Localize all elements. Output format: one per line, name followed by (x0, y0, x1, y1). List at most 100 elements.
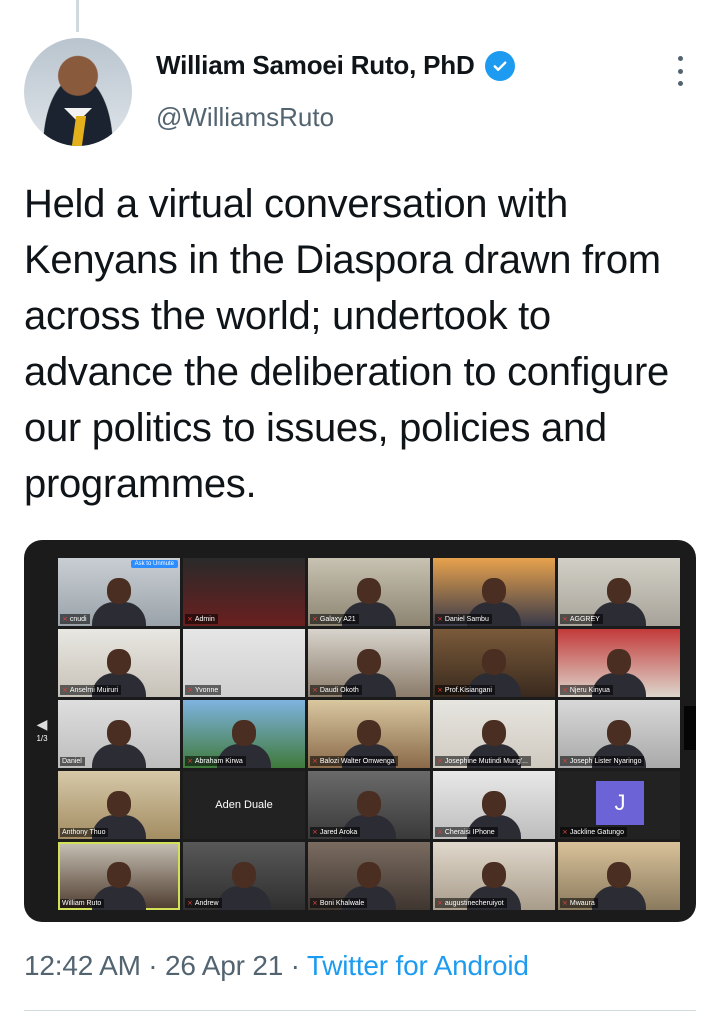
tweet-media-image[interactable]: ◀ 1/3 Ask to Unmute ⨯ cnudi ⨯ Admin ⨯ Galaxy A… (24, 540, 696, 922)
author-avatar[interactable] (24, 38, 132, 146)
meta-separator: · (283, 950, 307, 981)
participant-name: Cheraisi IPhone (444, 829, 495, 836)
participant-tile[interactable]: ⨯ Daniel Sambu (433, 558, 555, 626)
tweet-date[interactable]: 26 Apr 21 (165, 950, 283, 981)
participant-tile[interactable]: ⨯ Abraham Kirwa (183, 700, 305, 768)
participant-name-label: ⨯ Balozi Walter Omwenga (310, 756, 398, 766)
figure-head (107, 862, 131, 888)
more-dot (677, 68, 683, 74)
participant-video-figure (92, 572, 146, 626)
participant-name-label: ⨯ Anselmi Muiruri (60, 685, 122, 695)
avatar-tie (71, 116, 87, 146)
author-display-name[interactable]: William Samoei Ruto, PhD (156, 50, 475, 81)
tweet-header: William Samoei Ruto, PhD @WilliamsRuto (24, 38, 696, 148)
figure-body (92, 744, 146, 768)
participant-name: Daniel Sambu (444, 616, 489, 623)
participant-name-label: ⨯ Jared Aroka (310, 827, 361, 837)
gallery-pager[interactable]: ◀ 1/3 (28, 714, 56, 754)
muted-mic-icon: ⨯ (437, 687, 443, 694)
muted-mic-icon: ⨯ (312, 900, 318, 907)
muted-mic-icon: ⨯ (187, 616, 193, 623)
tweet-source-link[interactable]: Twitter for Android (307, 950, 529, 981)
muted-mic-icon: ⨯ (62, 616, 68, 623)
participant-name: Yvonne (194, 687, 219, 694)
figure-head (607, 649, 631, 675)
participant-name: Admin (194, 616, 215, 623)
author-handle[interactable]: @WilliamsRuto (156, 102, 334, 133)
participant-name-label: Anthony Thuo (60, 828, 109, 837)
chevron-right-handle[interactable] (684, 706, 696, 750)
author-name-row[interactable]: William Samoei Ruto, PhD (156, 50, 515, 81)
figure-head (232, 862, 256, 888)
participant-name-label: ⨯ Njeru Kinyua (560, 685, 613, 695)
participant-video-figure (92, 714, 146, 768)
participant-tile[interactable]: ⨯ Boni Khalwale (308, 842, 430, 910)
participant-tile[interactable]: ⨯ Daudi Okoth (308, 629, 430, 697)
ask-to-unmute-button[interactable]: Ask to Unmute (130, 560, 178, 568)
figure-head (482, 862, 506, 888)
figure-body (92, 602, 146, 626)
participant-tile[interactable]: Daniel (58, 700, 180, 768)
participant-tile[interactable]: ⨯ Jared Aroka (308, 771, 430, 839)
figure-head (482, 720, 506, 746)
participant-name: Joseph Lister Nyaringo (569, 758, 642, 765)
participant-tile[interactable]: ⨯ Joseph Lister Nyaringo (558, 700, 680, 768)
tweet-time[interactable]: 12:42 AM (24, 950, 141, 981)
more-dot (677, 81, 683, 86)
muted-mic-icon: ⨯ (437, 758, 443, 765)
participant-tile[interactable]: Anthony Thuo (58, 771, 180, 839)
participant-tile[interactable]: ⨯ Yvonne (183, 629, 305, 697)
participant-tile[interactable]: J ⨯ Jackline Gatungo (558, 771, 680, 839)
more-dot (677, 56, 683, 61)
participant-name-label: Daniel (60, 757, 85, 766)
participant-tile[interactable]: ⨯ Josephine Mutindi Mung'... (433, 700, 555, 768)
participant-initial-avatar: J (596, 781, 644, 825)
participant-tile[interactable]: ⨯ Galaxy A21 (308, 558, 430, 626)
participant-tile[interactable]: ⨯ Balozi Walter Omwenga (308, 700, 430, 768)
figure-head (107, 578, 131, 604)
figure-head (482, 578, 506, 604)
figure-head (107, 649, 131, 675)
participant-tile[interactable]: Aden Duale (183, 771, 305, 839)
figure-head (107, 791, 131, 817)
chevron-left-icon[interactable]: ◀ (28, 714, 56, 734)
participant-name-label: ⨯ Yvonne (185, 685, 222, 695)
participant-tile[interactable]: ⨯ Mwaura (558, 842, 680, 910)
participant-name-label: ⨯ Cheraisi IPhone (435, 827, 498, 837)
participant-video-figure (592, 856, 646, 910)
checkmark-icon (493, 60, 507, 71)
participant-name: Andrew (194, 900, 219, 907)
participant-name: Galaxy A21 (319, 616, 356, 623)
muted-mic-icon: ⨯ (187, 758, 193, 765)
figure-head (357, 720, 381, 746)
participant-tile[interactable]: ⨯ Anselmi Muiruri (58, 629, 180, 697)
participant-tile[interactable]: ⨯ AGGREY (558, 558, 680, 626)
participant-tile[interactable]: ⨯ Andrew (183, 842, 305, 910)
participant-name: Daniel (62, 758, 82, 765)
participant-name: Jared Aroka (319, 829, 358, 836)
participant-name-label: ⨯ Daudi Okoth (310, 685, 362, 695)
participant-name-label: William Ruto (60, 899, 105, 908)
participant-tile[interactable]: ⨯ Njeru Kinyua (558, 629, 680, 697)
participant-tile[interactable]: Ask to Unmute ⨯ cnudi (58, 558, 180, 626)
muted-mic-icon: ⨯ (562, 687, 568, 694)
muted-mic-icon: ⨯ (187, 687, 193, 694)
participant-tile[interactable]: ⨯ Cheraisi IPhone (433, 771, 555, 839)
participant-video-figure (217, 856, 271, 910)
participant-tile[interactable]: ⨯ Admin (183, 558, 305, 626)
participant-tile[interactable]: William Ruto (58, 842, 180, 910)
participant-name: Josephine Mutindi Mung'... (444, 758, 528, 765)
participant-name-label: ⨯ augustinecheruiyot (435, 898, 507, 908)
figure-head (482, 791, 506, 817)
muted-mic-icon: ⨯ (312, 829, 318, 836)
participant-tile[interactable]: ⨯ augustinecheruiyot (433, 842, 555, 910)
divider (24, 1010, 696, 1011)
participant-name: augustinecheruiyot (444, 900, 504, 907)
participant-name: Balozi Walter Omwenga (319, 758, 395, 765)
more-options-icon[interactable] (670, 56, 690, 86)
muted-mic-icon: ⨯ (187, 900, 193, 907)
participant-tile[interactable]: ⨯ Prof.Kisiangani (433, 629, 555, 697)
participant-name-label: ⨯ Boni Khalwale (310, 898, 368, 908)
participant-name-label: ⨯ Andrew (185, 898, 222, 908)
participant-name: Mwaura (569, 900, 595, 907)
